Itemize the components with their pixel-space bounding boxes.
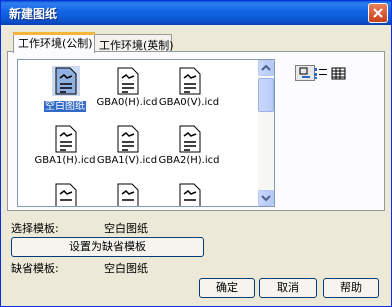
default-template-value: 空白图纸 — [104, 262, 148, 275]
ok-button-label: 确定 — [216, 281, 238, 294]
template-label: 空白图纸 — [44, 101, 86, 112]
template-item[interactable]: GBA2(H).icd — [154, 124, 224, 174]
close-button[interactable] — [368, 3, 388, 23]
template-item[interactable]: 空白图纸 — [30, 66, 100, 116]
template-label: GBA0(H).icd — [96, 97, 158, 108]
template-item[interactable] — [30, 182, 100, 206]
template-label: GBA1(H).icd — [34, 155, 96, 166]
title-bar[interactable]: 新建图纸 — [1, 1, 391, 25]
selected-template-label: 选择模板: — [11, 222, 59, 235]
template-icon — [179, 67, 201, 95]
selected-template-value: 空白图纸 — [104, 222, 148, 235]
template-label: GBA1(V).icd — [96, 155, 158, 166]
tab-metric[interactable]: 工作环境(公制) — [13, 32, 95, 53]
vertical-scrollbar[interactable] — [258, 60, 274, 206]
template-label: GBA2(H).icd — [158, 155, 220, 166]
blank-template-icon — [52, 66, 80, 96]
scroll-down-button[interactable] — [258, 190, 274, 206]
window-title: 新建图纸 — [9, 7, 58, 21]
ok-button[interactable]: 确定 — [199, 278, 255, 298]
set-default-template-label: 设置为缺省模板 — [69, 240, 146, 253]
template-icon — [55, 183, 77, 206]
help-button-label: 帮助 — [340, 281, 362, 294]
cancel-button-label: 取消 — [277, 281, 299, 294]
close-icon — [373, 8, 383, 18]
template-icon — [179, 125, 201, 153]
scroll-up-button[interactable] — [258, 60, 274, 76]
list-view-button[interactable] — [311, 65, 331, 81]
template-label: GBA0(V).icd — [158, 97, 220, 108]
tab-imperial[interactable]: 工作环境(英制) — [94, 34, 174, 52]
default-template-label: 缺省模板: — [11, 262, 59, 275]
template-icon — [117, 67, 139, 95]
help-button[interactable]: 帮助 — [323, 278, 379, 298]
template-list[interactable]: 空白图纸 GBA0(H).icd GBA0(V).icd GBA1(H).icd — [17, 59, 275, 207]
template-icon — [117, 125, 139, 153]
template-icon — [117, 183, 139, 206]
details-view-icon — [331, 67, 346, 80]
details-view-button[interactable] — [329, 65, 349, 81]
template-item[interactable] — [154, 182, 224, 206]
template-icon — [179, 183, 201, 206]
list-view-icon — [314, 68, 327, 79]
template-item[interactable]: GBA0(H).icd — [92, 66, 162, 116]
new-drawing-dialog: 新建图纸 工作环境(公制) 工作环境(英制) 空白图纸 GBA0(H).icd — [0, 0, 392, 307]
cancel-button[interactable]: 取消 — [259, 278, 317, 298]
chevron-down-icon — [261, 195, 271, 202]
template-item[interactable]: GBA1(H).icd — [30, 124, 100, 174]
set-default-template-button[interactable]: 设置为缺省模板 — [11, 237, 204, 257]
template-item[interactable]: GBA1(V).icd — [92, 124, 162, 174]
template-icon — [55, 125, 77, 153]
tab-metric-label: 工作环境(公制) — [18, 37, 93, 50]
template-item[interactable] — [92, 182, 162, 206]
chevron-up-icon — [261, 64, 271, 71]
scroll-thumb[interactable] — [258, 78, 274, 112]
template-item[interactable]: GBA0(V).icd — [154, 66, 224, 116]
